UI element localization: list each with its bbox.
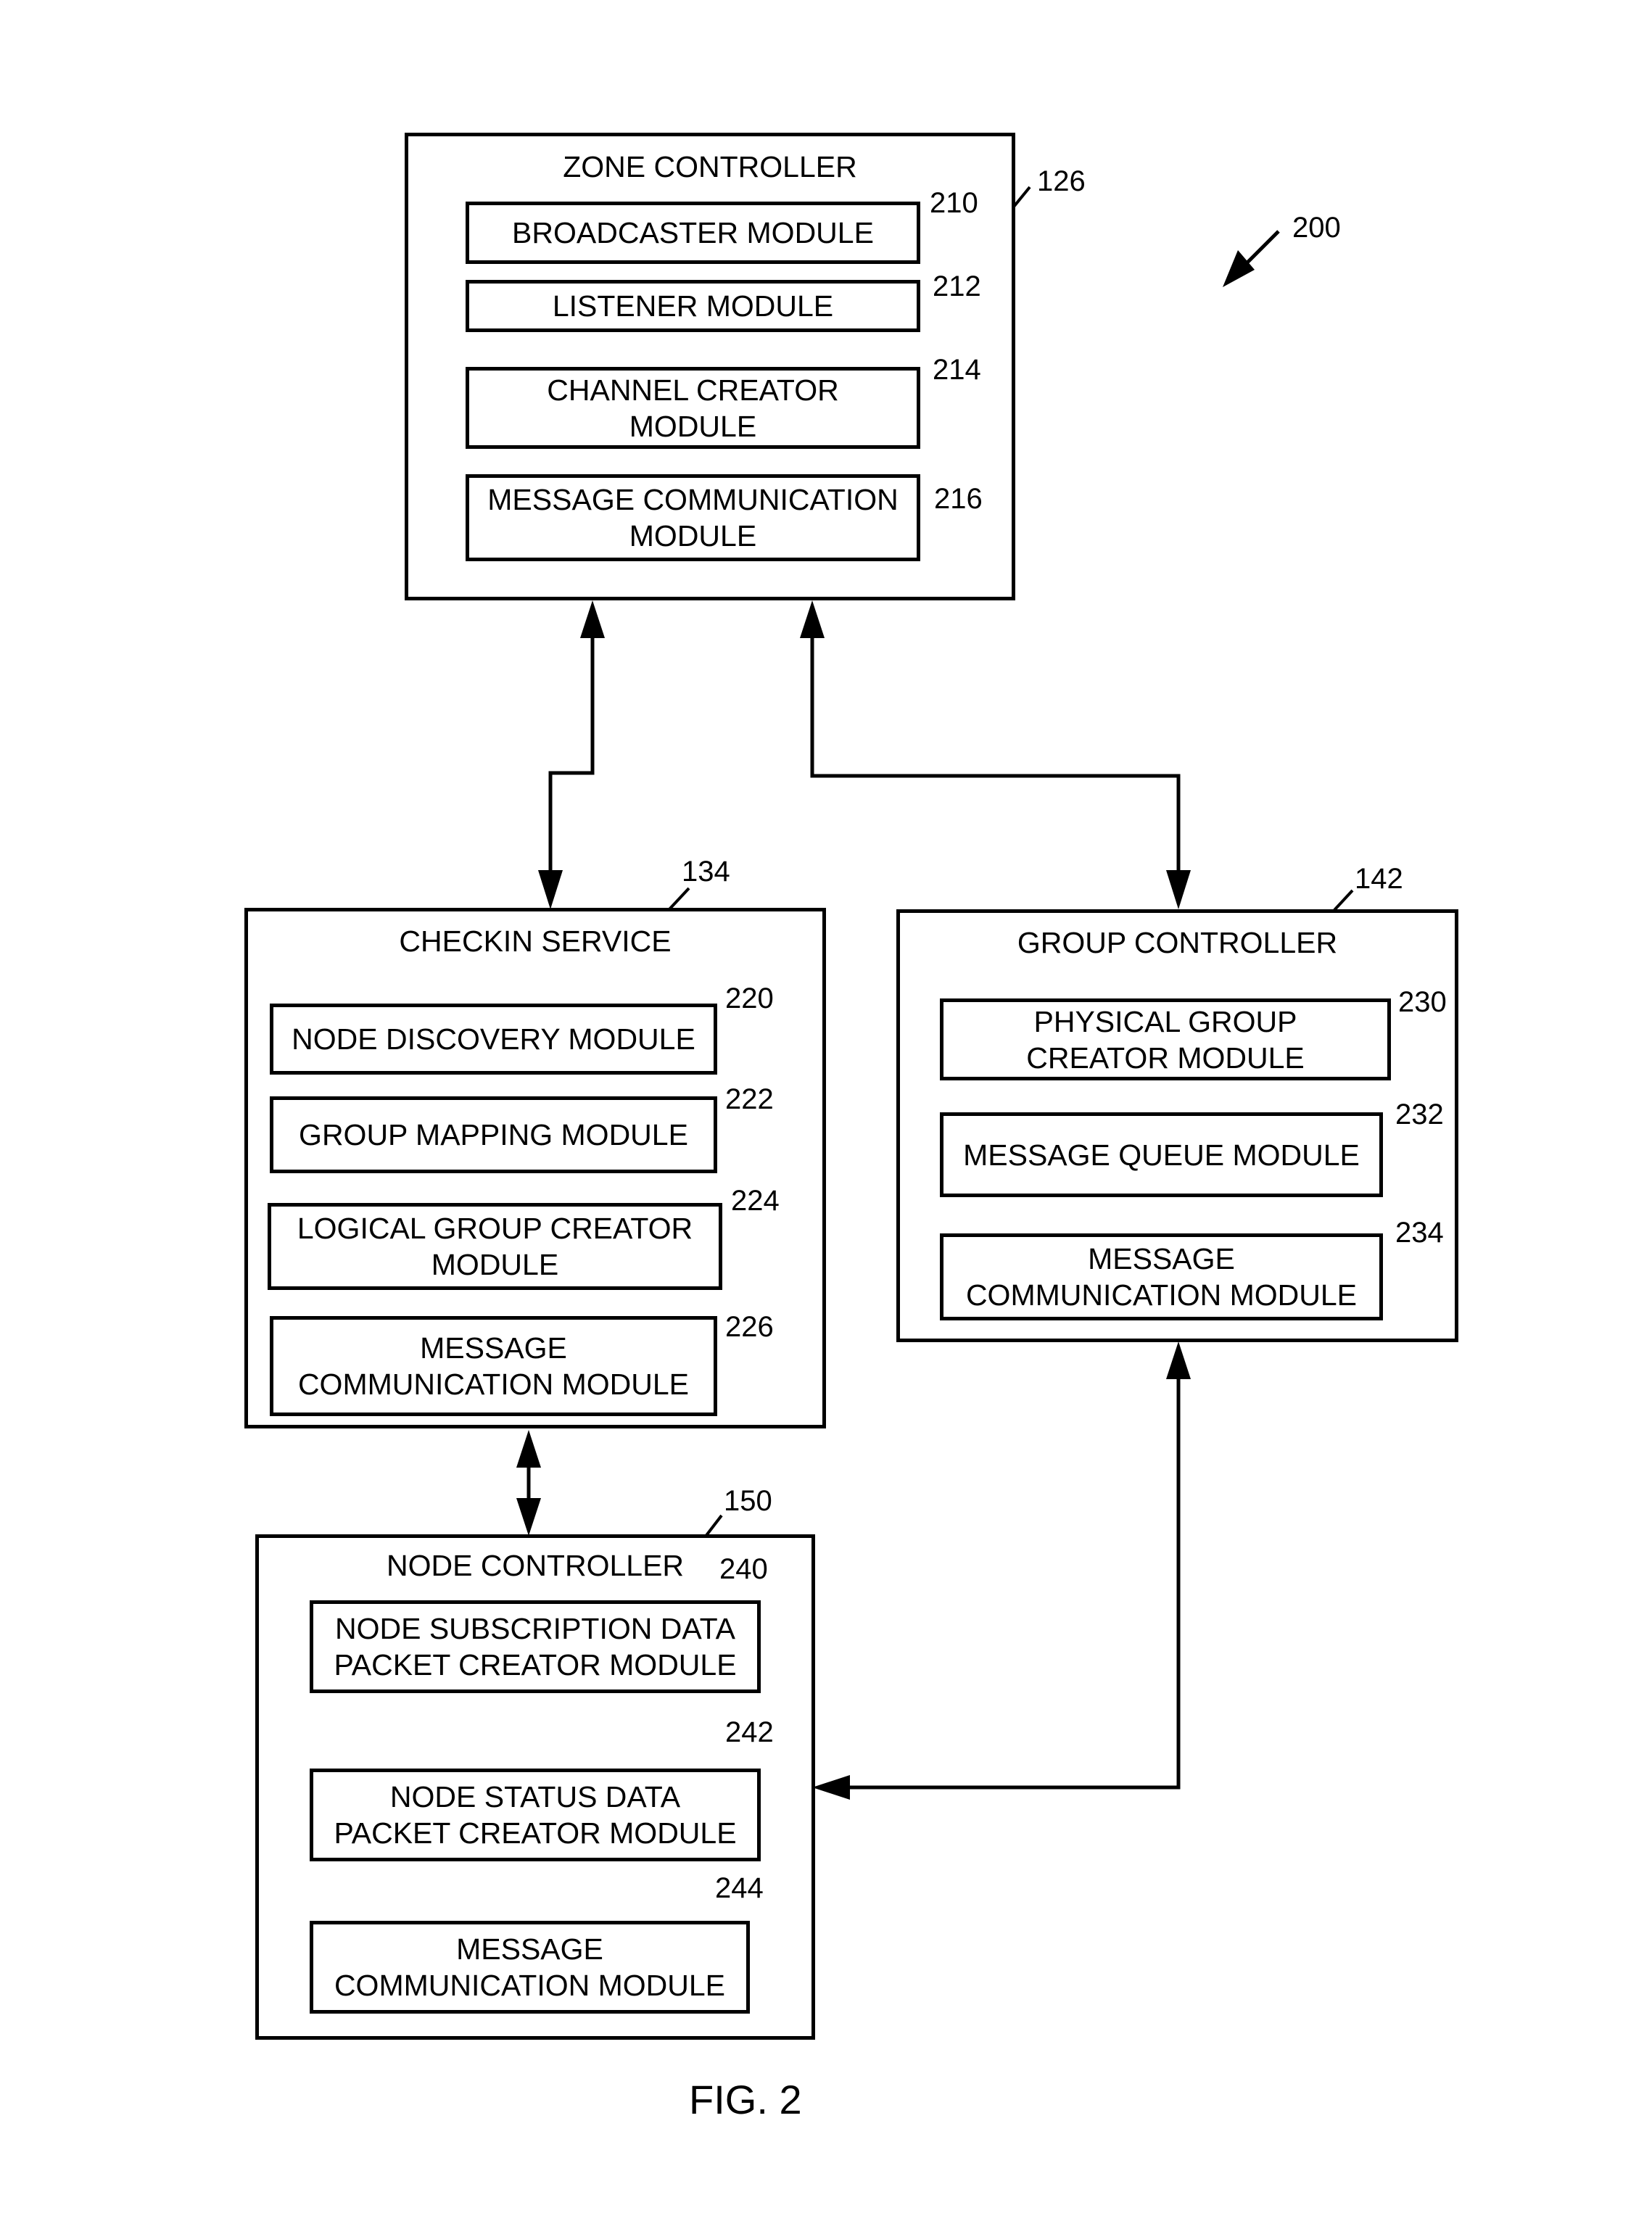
node-status-data-packet-creator-module: NODE STATUS DATA PACKET CREATOR MODULE <box>310 1769 761 1861</box>
arrowhead-diagonal <box>1223 250 1255 287</box>
ref-214: 214 <box>933 354 981 386</box>
group-controller: GROUP CONTROLLER PHYSICAL GROUP CREATOR … <box>896 909 1458 1342</box>
arrowhead-up <box>1166 1341 1191 1379</box>
zone-controller-ref: 126 <box>1037 165 1086 197</box>
ref-230: 230 <box>1398 986 1447 1018</box>
ref-232: 232 <box>1395 1099 1444 1130</box>
diagram-ref-pointer <box>1242 230 1280 268</box>
checkin-service-ref: 134 <box>682 856 730 888</box>
figure-label: FIG. 2 <box>689 2077 802 2122</box>
group-controller-title: GROUP CONTROLLER <box>1017 926 1338 959</box>
node-subscription-data-packet-creator-module: NODE SUBSCRIPTION DATA PACKET CREATOR MO… <box>310 1600 761 1693</box>
ref-212: 212 <box>933 270 981 302</box>
arrowhead-up <box>580 600 605 638</box>
node-message-communication-module: MESSAGE COMMUNICATION MODULE <box>310 1921 750 2014</box>
node-controller: NODE CONTROLLER NODE SUBSCRIPTION DATA P… <box>255 1534 815 2040</box>
ref-222: 222 <box>725 1083 774 1115</box>
broadcaster-module: BROADCASTER MODULE <box>466 202 920 264</box>
ref-224: 224 <box>731 1185 780 1217</box>
arrowhead-down <box>538 870 563 909</box>
zone-controller: ZONE CONTROLLER BROADCASTER MODULE LISTE… <box>405 133 1015 600</box>
diagram-ref: 200 <box>1292 212 1341 244</box>
zone-controller-title: ZONE CONTROLLER <box>563 150 857 183</box>
group-message-communication-module: MESSAGE COMMUNICATION MODULE <box>940 1233 1383 1320</box>
ref-216: 216 <box>934 483 983 515</box>
channel-creator-module: CHANNEL CREATOR MODULE <box>466 367 920 449</box>
ref-220: 220 <box>725 983 774 1014</box>
arrowhead-up <box>516 1430 541 1468</box>
connector-zone-group <box>810 638 1181 870</box>
ref-226: 226 <box>725 1311 774 1343</box>
arrowhead-up <box>800 600 825 638</box>
listener-module: LISTENER MODULE <box>466 280 920 332</box>
message-queue-module: MESSAGE QUEUE MODULE <box>940 1112 1383 1197</box>
connector-zone-checkin <box>548 638 595 870</box>
ref-234: 234 <box>1395 1217 1444 1249</box>
zone-message-communication-module: MESSAGE COMMUNICATION MODULE <box>466 474 920 561</box>
physical-group-creator-module: PHYSICAL GROUP CREATOR MODULE <box>940 998 1391 1080</box>
group-mapping-module: GROUP MAPPING MODULE <box>270 1096 717 1173</box>
ref-210: 210 <box>930 187 978 219</box>
node-controller-ref: 150 <box>724 1485 772 1517</box>
ref-244: 244 <box>715 1872 764 1904</box>
ref-242: 242 <box>725 1716 774 1748</box>
group-controller-ref: 142 <box>1355 863 1403 895</box>
arrowhead-down <box>516 1498 541 1536</box>
arrowhead-down <box>1166 870 1191 909</box>
checkin-service-title: CHECKIN SERVICE <box>399 925 672 958</box>
connector-group-node <box>847 1370 1181 1790</box>
logical-group-creator-module: LOGICAL GROUP CREATOR MODULE <box>268 1203 722 1290</box>
arrowhead-left <box>812 1775 850 1800</box>
node-discovery-module: NODE DISCOVERY MODULE <box>270 1004 717 1075</box>
checkin-message-communication-module: MESSAGE COMMUNICATION MODULE <box>270 1316 717 1416</box>
ref-240: 240 <box>719 1553 768 1585</box>
